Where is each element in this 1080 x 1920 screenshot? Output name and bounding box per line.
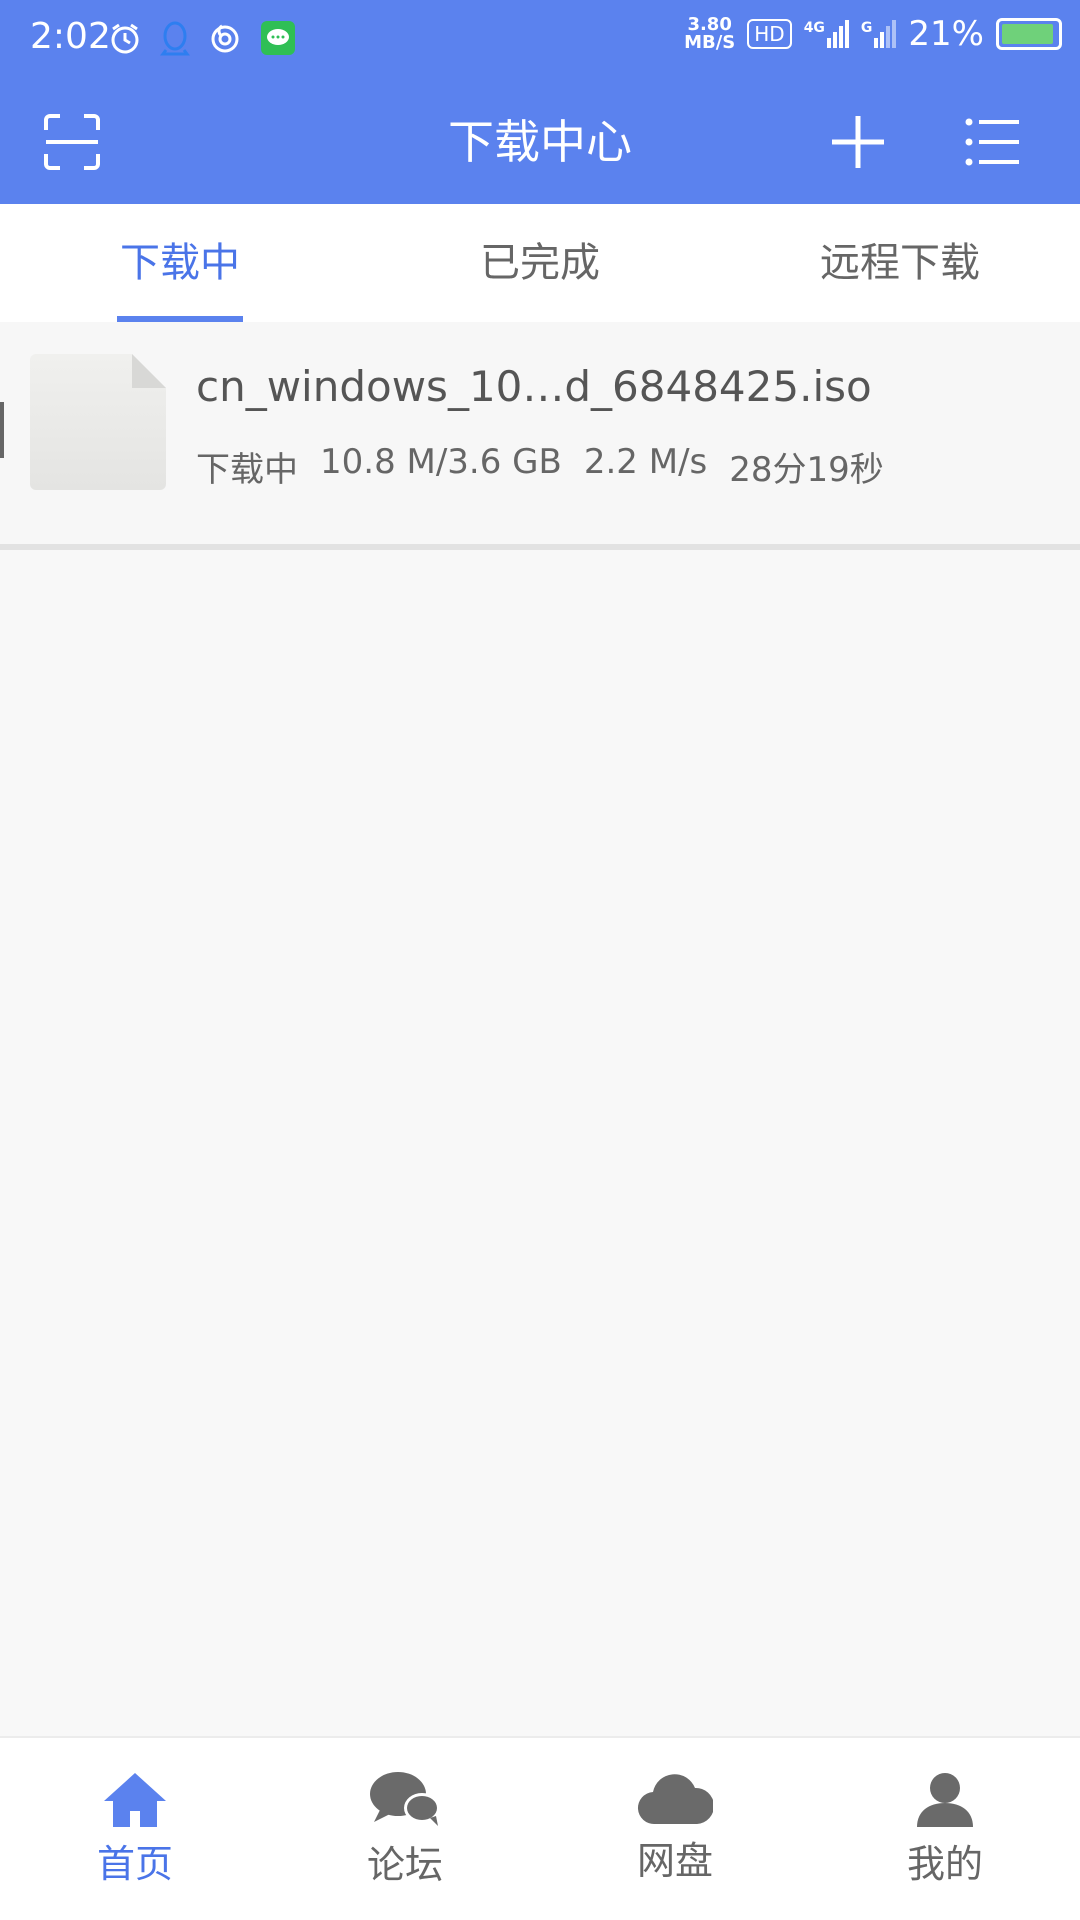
download-list: cn_windows_10…d_6848425.iso 下载中 10.8 M/3…: [0, 322, 1080, 550]
nav-forum[interactable]: 论坛: [270, 1738, 540, 1920]
status-time: 2:02: [30, 16, 111, 57]
download-speed: 2.2 M/s: [583, 442, 708, 482]
alarm-icon: [108, 21, 142, 59]
battery-percent: 21%: [908, 14, 984, 54]
nav-home[interactable]: 首页: [0, 1738, 270, 1920]
download-remaining: 28分19秒: [729, 450, 884, 490]
download-progress: 10.8 M/3.6 GB: [320, 442, 562, 482]
plus-icon: [832, 116, 884, 168]
user-icon: [917, 1772, 973, 1827]
notification-icons: [108, 20, 296, 60]
tab-remote-download[interactable]: 远程下载: [720, 204, 1080, 322]
swipe-edge: [0, 402, 4, 458]
add-download-button[interactable]: [816, 100, 900, 184]
download-item[interactable]: cn_windows_10…d_6848425.iso 下载中 10.8 M/3…: [0, 322, 1080, 550]
file-icon: [30, 354, 166, 490]
list-menu-icon: [965, 118, 1019, 166]
system-icons: 3.80 MB/S HD 4G G 21%: [684, 14, 1062, 54]
tab-downloading[interactable]: 下载中: [0, 204, 360, 322]
qq-icon: [160, 20, 190, 60]
hd-badge: HD: [747, 19, 792, 49]
toolbar: 下载中心: [0, 80, 1080, 204]
forum-icon: [370, 1771, 440, 1826]
netease-icon: [208, 21, 242, 59]
download-meta: 下载中 10.8 M/3.6 GB 2.2 M/s 28分19秒: [196, 442, 884, 491]
battery-icon: [996, 18, 1062, 50]
nav-cloud-drive[interactable]: 网盘: [540, 1738, 810, 1920]
message-icon: [260, 20, 296, 60]
signal-4g-icon: 4G: [804, 20, 849, 48]
app-bar: 2:02 3.80 MB/S HD 4G G 21% 下载中心: [0, 0, 1080, 204]
status-bar: 2:02 3.80 MB/S HD 4G G 21%: [0, 0, 1080, 80]
menu-button[interactable]: [950, 100, 1034, 184]
download-status: 下载中: [196, 450, 298, 490]
tab-completed[interactable]: 已完成: [360, 204, 720, 322]
cloud-icon: [638, 1773, 713, 1824]
page-title: 下载中心: [448, 115, 632, 169]
bottom-navigation: 首页 论坛 网盘 我的: [0, 1736, 1080, 1920]
nav-profile[interactable]: 我的: [810, 1738, 1080, 1920]
net-speed: 3.80 MB/S: [684, 14, 736, 53]
home-icon: [104, 1772, 166, 1827]
signal-g-icon: G: [861, 20, 897, 48]
download-file-name: cn_windows_10…d_6848425.iso: [196, 362, 872, 411]
download-tabs: 下载中 已完成 远程下载: [0, 204, 1080, 322]
